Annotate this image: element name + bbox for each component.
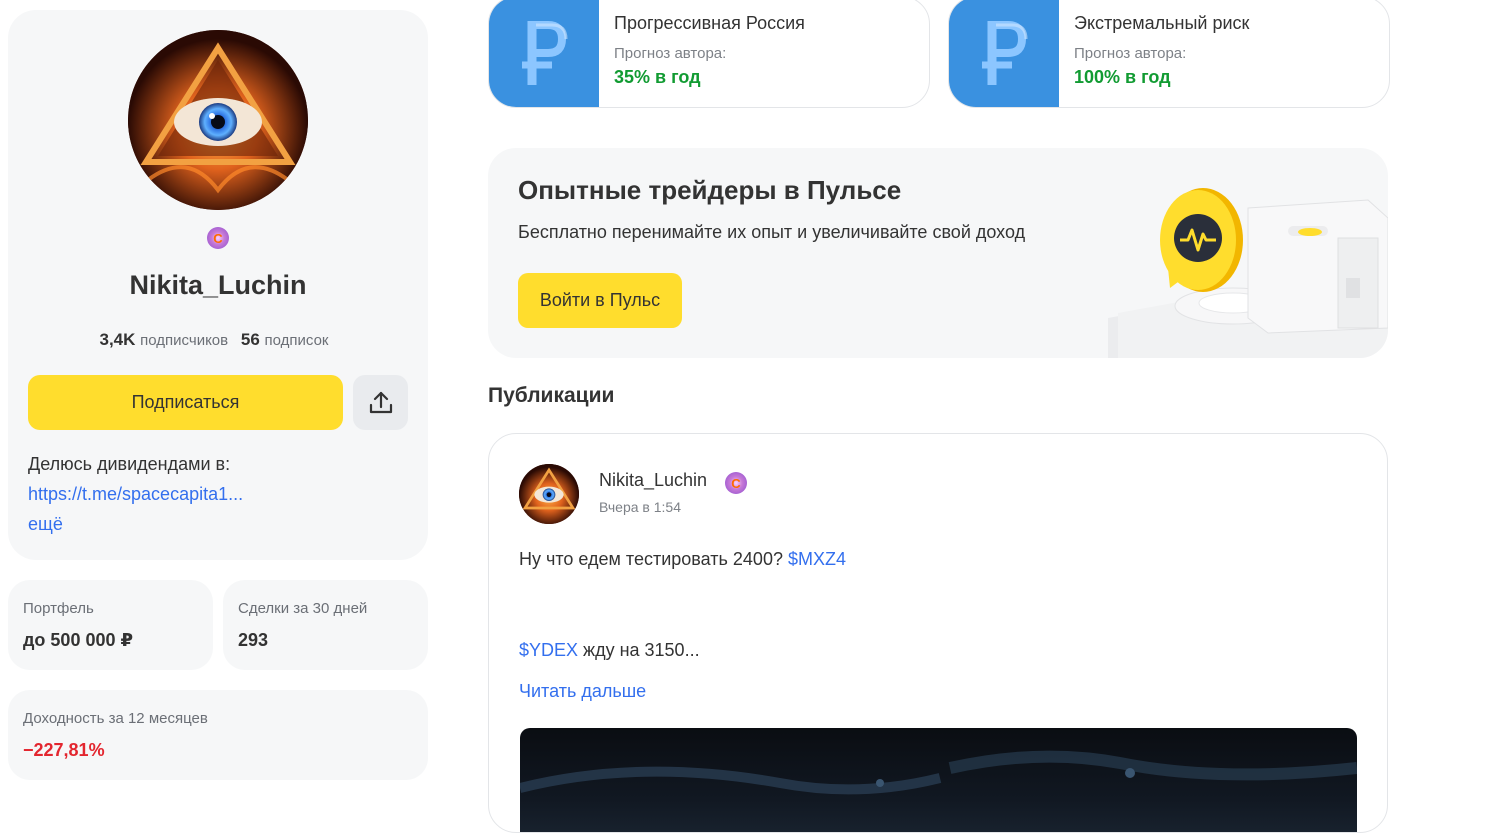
strategy-icon-box (949, 0, 1059, 107)
ruble-icon (982, 21, 1028, 85)
deals-value: 293 (238, 630, 269, 650)
strategy-forecast-label: Прогноз автора: (1074, 45, 1187, 62)
post-card: Nikita_Luchin C Вчера в 1:54 Ну что едем… (488, 433, 1388, 833)
subscribe-button[interactable]: Подписаться (28, 375, 343, 430)
bio-more-link[interactable]: ещё (28, 514, 63, 535)
follow-stats: 3,4K подписчиков 56 подписок (8, 330, 428, 350)
post-image-content (520, 750, 1357, 795)
post-text-line: $YDEX жду на 3150... (519, 640, 700, 661)
bio-link[interactable]: https://t.me/spacecapita1... (28, 484, 243, 505)
yield-label: Доходность за 12 месяцев (23, 710, 208, 727)
post-text-line: Ну что едем тестировать 2400? $MXZ4 (519, 549, 846, 570)
followers-label[interactable]: подписчиков (140, 332, 228, 349)
post-author-avatar[interactable] (519, 464, 579, 524)
strategy-forecast-label: Прогноз автора: (614, 45, 727, 62)
following-count: 56 (240, 330, 260, 349)
following-label[interactable]: подписок (265, 332, 329, 349)
post-text: жду на 3150... (578, 640, 700, 660)
eye-triangle-icon (519, 464, 579, 524)
profile-avatar (128, 30, 308, 210)
read-more-link[interactable]: Читать дальше (519, 681, 646, 702)
promo-subtitle: Бесплатно перенимайте их опыт и увеличив… (518, 222, 1026, 242)
strategy-title: Прогрессивная Россия (614, 13, 805, 33)
ticker-link[interactable]: $YDEX (519, 640, 578, 660)
bio-text: Делюсь дивидендами в: (28, 454, 231, 474)
portfolio-stat-card: Портфель до 500 000 ₽ (8, 580, 213, 670)
ruble-icon (522, 21, 568, 85)
strategy-forecast-value: 100% в год (1074, 67, 1171, 87)
pulse-promo-banner: Опытные трейдеры в Пульсе Бесплатно пере… (488, 148, 1388, 358)
pulse-illustration-icon (1108, 188, 1388, 358)
portfolio-label: Портфель (23, 600, 94, 617)
deals-label: Сделки за 30 дней (238, 600, 368, 617)
post-image[interactable] (520, 728, 1357, 832)
post-author-name[interactable]: Nikita_Luchin (599, 470, 707, 491)
share-icon (369, 391, 392, 413)
strategy-title: Экстремальный риск (1074, 13, 1250, 33)
strategy-card[interactable]: Прогрессивная Россия Прогноз автора: 35%… (488, 0, 930, 108)
verified-badge-icon: C (207, 227, 229, 249)
strategy-card[interactable]: Экстремальный риск Прогноз автора: 100% … (948, 0, 1390, 108)
eye-triangle-icon (128, 30, 308, 210)
promo-title: Опытные трейдеры в Пульсе (518, 175, 902, 205)
publications-section-title: Публикации (488, 384, 615, 407)
ticker-link[interactable]: $MXZ4 (788, 549, 846, 569)
followers-count: 3,4K (99, 330, 136, 349)
yield-value: −227,81% (23, 740, 105, 760)
post-text: Ну что едем тестировать 2400? (519, 549, 788, 569)
strategy-forecast-value: 35% в год (614, 67, 701, 87)
share-button[interactable] (353, 375, 408, 430)
profile-name: Nikita_Luchin (129, 270, 307, 300)
verified-badge-icon: C (725, 472, 747, 494)
deals-stat-card: Сделки за 30 дней 293 (223, 580, 428, 670)
strategy-icon-box (489, 0, 599, 107)
post-timestamp: Вчера в 1:54 (599, 499, 681, 515)
enter-pulse-button[interactable]: Войти в Пульс (518, 273, 682, 328)
portfolio-value: до 500 000 ₽ (23, 630, 134, 650)
yield-stat-card: Доходность за 12 месяцев −227,81% (8, 690, 428, 780)
